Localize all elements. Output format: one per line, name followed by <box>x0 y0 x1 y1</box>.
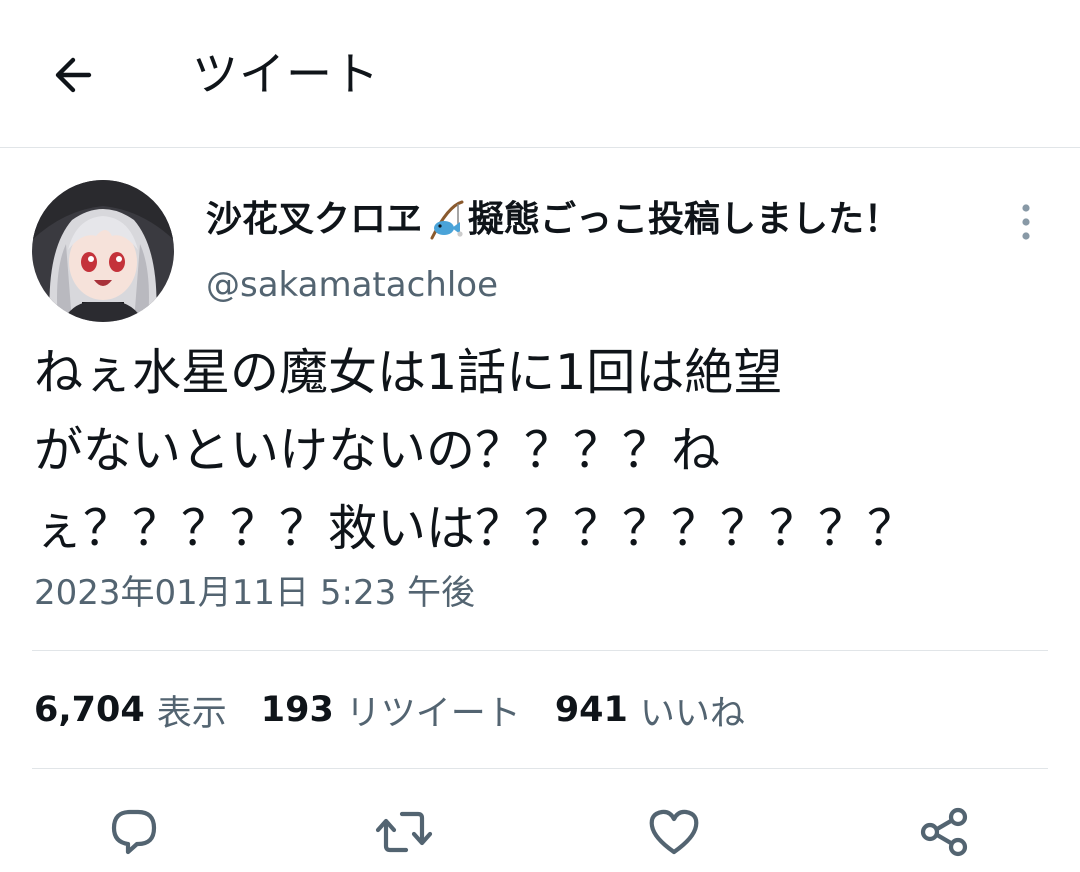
retweets-count: 193 <box>260 690 334 730</box>
top-app-bar: ツイート <box>0 0 1080 148</box>
likes-label: いいね <box>639 693 745 734</box>
tweet-text-line: ぇ？？？？？救いは？？？？？？？？？ <box>34 500 917 557</box>
tweet-timestamp[interactable]: 2023年01月11日 5:23 午後 <box>34 568 475 618</box>
heart-icon <box>649 809 699 855</box>
back-button[interactable] <box>42 44 104 106</box>
tweet-action-bar <box>0 788 1080 872</box>
likes-count: 941 <box>554 690 628 730</box>
views-label: 表示 <box>156 693 227 734</box>
tweet-stats: 6,704 表示 193 リツイート 941 いいね <box>34 684 779 736</box>
share-icon <box>920 807 968 857</box>
arrow-left-icon <box>55 57 92 93</box>
reply-icon <box>111 809 157 855</box>
display-name-text: 沙花叉クロヱ <box>206 199 423 240</box>
retweet-icon <box>375 811 433 853</box>
retweets-stat[interactable]: 193 リツイート <box>261 685 521 736</box>
views-count: 6,704 <box>34 690 145 730</box>
share-button[interactable] <box>914 802 974 862</box>
more-button[interactable] <box>1006 198 1046 246</box>
divider <box>32 768 1048 769</box>
retweets-label: リツイート <box>345 693 521 734</box>
retweet-button[interactable] <box>374 802 434 862</box>
tweet-text: ねぇ水星の魔女は1話に1回は絶望 がないといけないの？？？？ね ぇ？？？？？救い… <box>34 334 1034 568</box>
likes-stat[interactable]: 941 いいね <box>555 685 745 736</box>
reply-button[interactable] <box>104 802 164 862</box>
tweet-text-line: がないといけないの？？？？ね <box>34 422 721 479</box>
like-button[interactable] <box>644 802 704 862</box>
display-name-suffix: 擬態ごっこ投稿しました！ <box>468 199 901 240</box>
fishing-pole-icon <box>430 200 464 240</box>
user-handle[interactable]: @sakamatachloe <box>206 262 498 308</box>
views-stat[interactable]: 6,704 表示 <box>34 685 227 736</box>
more-vertical-icon <box>1022 204 1030 240</box>
display-name[interactable]: 沙花叉クロヱ 擬態ごっこ投稿しました！ <box>206 194 900 246</box>
page-title: ツイート <box>192 47 380 101</box>
divider <box>32 650 1048 651</box>
avatar[interactable] <box>32 180 174 322</box>
tweet-text-line: ねぇ水星の魔女は1話に1回は絶望 <box>34 344 783 401</box>
